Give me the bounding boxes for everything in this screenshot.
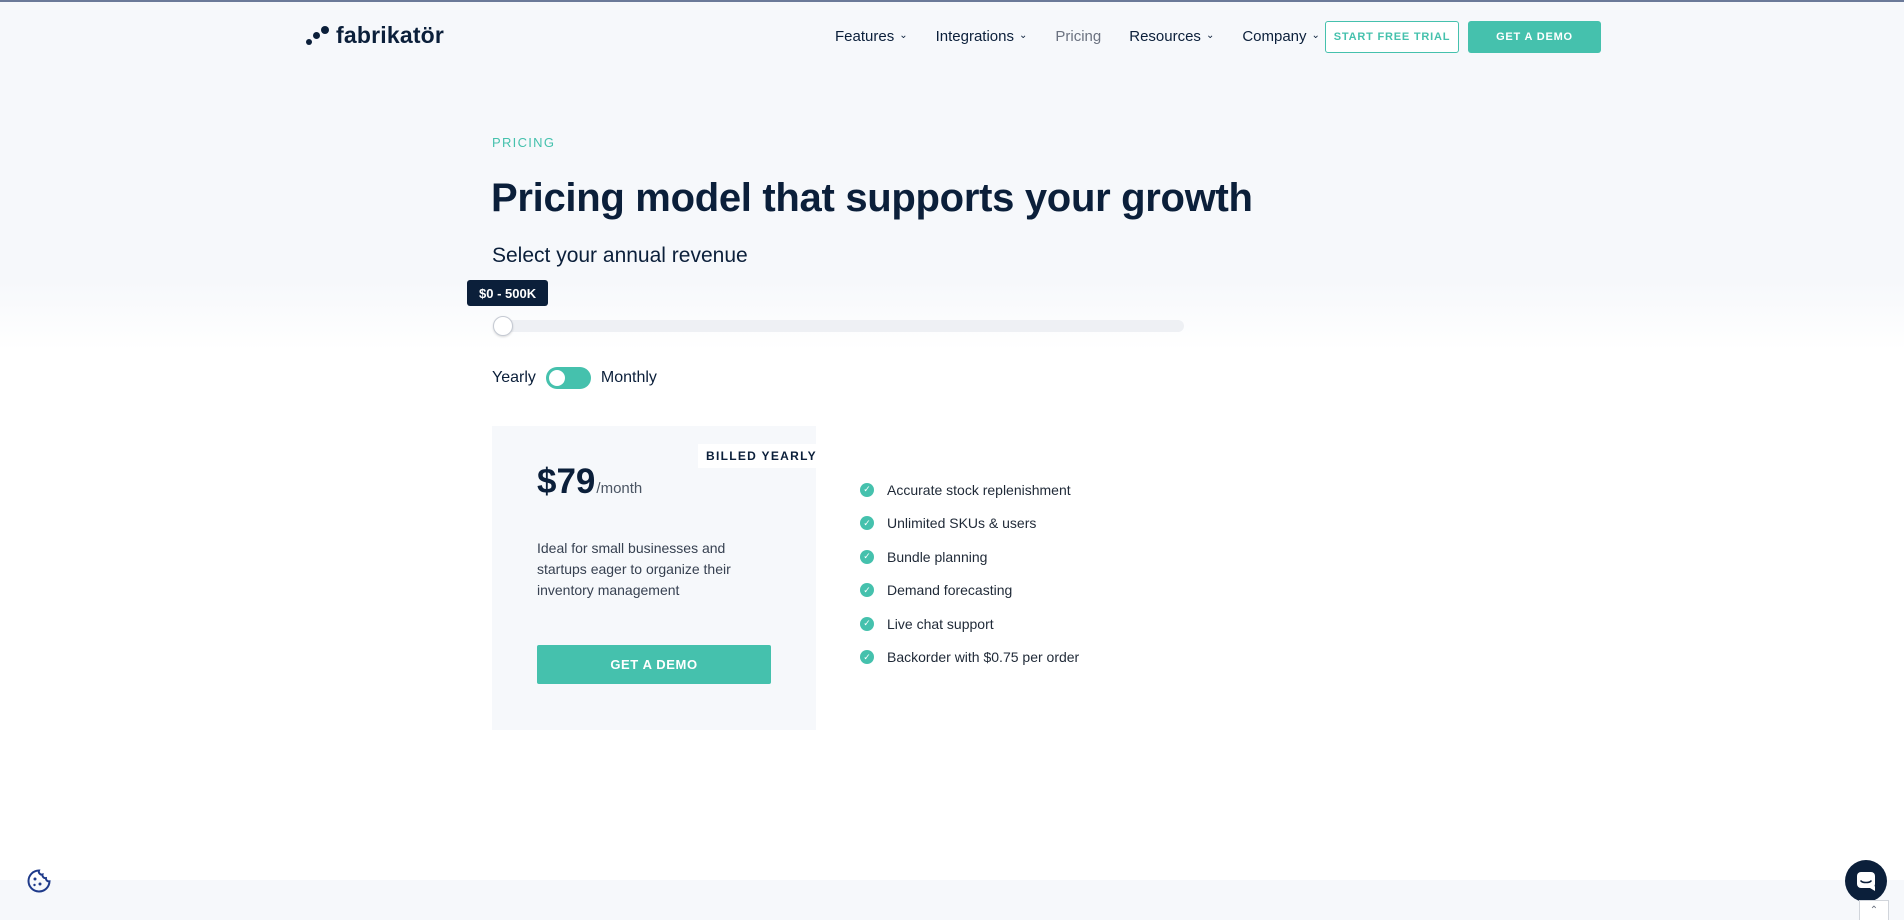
- nav-item-label: Resources: [1129, 27, 1201, 45]
- get-demo-header-button[interactable]: GET A DEMO: [1468, 21, 1601, 53]
- nav-item-label: Pricing: [1055, 27, 1102, 45]
- nav-item-label: Company: [1242, 27, 1307, 45]
- chat-icon: [1857, 872, 1875, 891]
- chat-launcher-button[interactable]: [1845, 860, 1887, 902]
- revenue-slider-handle[interactable]: [493, 316, 513, 336]
- check-icon: ✓: [860, 482, 874, 497]
- toggle-knob: [548, 370, 565, 386]
- chevron-down-icon: ⌄: [1311, 29, 1320, 41]
- nav-item-pricing[interactable]: Pricing: [1055, 28, 1101, 45]
- revenue-prompt: Select your annual revenue: [492, 244, 748, 267]
- slider-value-tooltip: $0 - 500K: [467, 280, 549, 306]
- yearly-label: Yearly: [492, 369, 536, 386]
- logo-dots-icon: [306, 25, 330, 47]
- nav-item-company[interactable]: Company ⌄: [1242, 28, 1320, 45]
- get-demo-button[interactable]: GET A DEMO: [537, 645, 771, 684]
- cookie-settings-icon[interactable]: [26, 868, 52, 894]
- check-icon: ✓: [860, 650, 874, 665]
- plan-price: $79 /month: [537, 462, 642, 502]
- check-icon: ✓: [860, 516, 874, 531]
- nav-item-label: Integrations: [935, 27, 1014, 45]
- start-free-trial-button[interactable]: START FREE TRIAL: [1325, 21, 1459, 53]
- section-eyebrow: PRICING: [492, 135, 556, 150]
- price-unit: /month: [596, 480, 643, 497]
- feature-list: ✓ Accurate stock replenishment ✓ Unlimited…: [860, 473, 1079, 674]
- nav-item-integrations[interactable]: Integrations ⌄: [936, 28, 1028, 45]
- nav-item-resources[interactable]: Resources ⌄: [1129, 28, 1214, 45]
- site-header: fabrikatör Features ⌄ Integrations ⌄ Pri…: [0, 0, 1904, 72]
- list-item: ✓ Bundle planning: [860, 540, 1079, 574]
- feature-label: Live chat support: [887, 615, 994, 632]
- nav-item-label: Features: [835, 27, 895, 45]
- plan-description: Ideal for small businesses and startups …: [537, 540, 731, 598]
- chevron-down-icon: ⌄: [1205, 29, 1215, 41]
- scroll-to-top-button[interactable]: ⌃: [1859, 900, 1889, 920]
- billed-yearly-badge: BILLED YEARLY: [698, 444, 825, 468]
- feature-label: Accurate stock replenishment: [887, 481, 1071, 498]
- revenue-slider-track[interactable]: [494, 320, 1184, 332]
- price-amount: $79: [537, 462, 596, 501]
- check-icon: ✓: [860, 549, 874, 564]
- feature-label: Bundle planning: [887, 548, 988, 565]
- list-item: ✓ Demand forecasting: [860, 574, 1079, 608]
- feature-label: Unlimited SKUs & users: [887, 515, 1037, 532]
- monthly-label: Monthly: [600, 369, 657, 386]
- chevron-down-icon: ⌄: [899, 29, 908, 41]
- page-title: Pricing model that supports your growth: [491, 176, 1253, 220]
- billing-toggle-row: Yearly Monthly: [492, 367, 657, 389]
- list-item: ✓ Backorder with $0.75 per order: [860, 641, 1079, 675]
- check-icon: ✓: [860, 583, 874, 598]
- logo-text: fabrikatör: [336, 22, 445, 48]
- feature-label: Backorder with $0.75 per order: [887, 649, 1080, 666]
- billing-period-toggle[interactable]: [545, 367, 591, 389]
- feature-label: Demand forecasting: [887, 582, 1013, 599]
- logo[interactable]: fabrikatör: [306, 22, 444, 49]
- list-item: ✓ Unlimited SKUs & users: [860, 507, 1079, 541]
- nav-item-features[interactable]: Features ⌄: [835, 28, 908, 45]
- main-nav: Features ⌄ Integrations ⌄ Pricing Resour…: [835, 24, 1348, 48]
- chevron-down-icon: ⌄: [1018, 29, 1028, 41]
- check-icon: ✓: [860, 616, 874, 631]
- list-item: ✓ Live chat support: [860, 607, 1079, 641]
- chevron-up-icon: ⌃: [1869, 905, 1879, 916]
- list-item: ✓ Accurate stock replenishment: [860, 473, 1079, 507]
